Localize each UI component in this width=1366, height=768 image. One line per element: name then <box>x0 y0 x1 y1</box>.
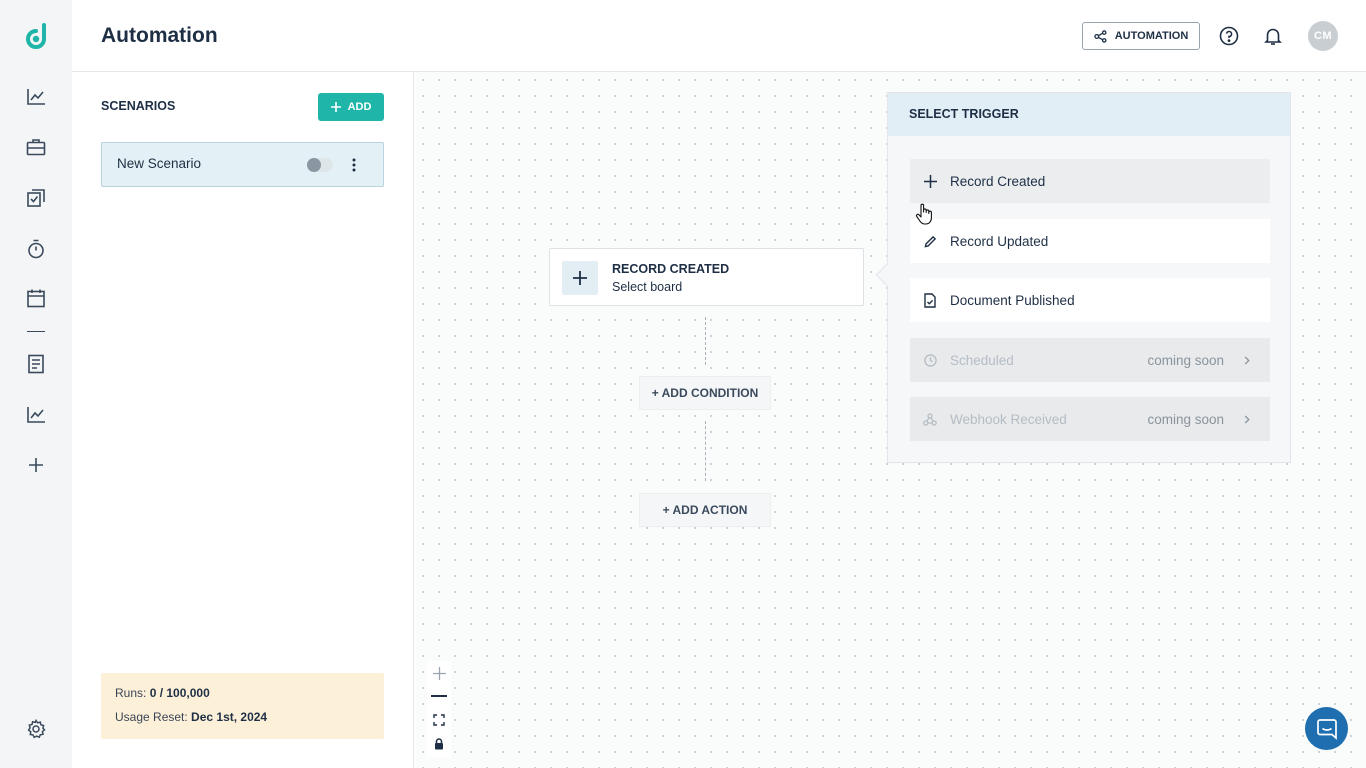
plus-icon[interactable] <box>24 453 48 477</box>
chat-bubble-icon <box>1316 718 1337 740</box>
scenarios-title: SCENARIOS <box>101 99 176 113</box>
option-label: Record Created <box>950 173 1046 189</box>
zoom-controls <box>427 661 451 757</box>
option-label: Document Published <box>950 292 1075 308</box>
popup-title: SELECT TRIGGER <box>909 107 1019 121</box>
plus-icon <box>330 102 341 112</box>
pencil-icon <box>910 235 950 248</box>
app-sidebar <box>0 0 72 768</box>
add-condition-button[interactable]: + ADD CONDITION <box>639 376 771 410</box>
timer-icon[interactable] <box>24 237 48 261</box>
usage-reset-value: Dec 1st, 2024 <box>191 710 268 724</box>
trigger-node-title: RECORD CREATED <box>612 262 730 276</box>
usage-box: Runs: 0 / 100,000 Usage Reset: Dec 1st, … <box>101 673 384 739</box>
scenario-toggle[interactable] <box>307 158 333 172</box>
trigger-option-webhook-received: Webhook Received coming soon <box>910 397 1270 441</box>
briefcase-icon[interactable] <box>24 135 48 159</box>
usage-reset-label: Usage Reset: <box>115 710 188 724</box>
add-action-button[interactable]: + ADD ACTION <box>639 493 771 527</box>
user-avatar[interactable]: CM <box>1308 21 1338 51</box>
scenario-name: New Scenario <box>117 156 202 171</box>
automation-button-label: AUTOMATION <box>1114 30 1189 42</box>
trigger-option-record-updated[interactable]: Record Updated <box>910 219 1270 263</box>
runs-row: Runs: 0 / 100,000 <box>115 686 210 700</box>
toggle-knob <box>307 158 321 172</box>
automation-button[interactable]: AUTOMATION <box>1082 22 1200 50</box>
notifications-bell-icon[interactable] <box>1261 24 1285 48</box>
popup-header: SELECT TRIGGER <box>888 93 1290 136</box>
document-check-icon <box>910 292 950 308</box>
fit-view-icon[interactable] <box>427 708 451 732</box>
help-icon[interactable] <box>1217 24 1241 48</box>
usage-reset-row: Usage Reset: Dec 1st, 2024 <box>115 710 267 724</box>
coming-soon-badge: coming soon <box>1147 352 1224 368</box>
settings-gear-icon[interactable] <box>24 717 48 741</box>
automation-canvas[interactable]: RECORD CREATED Select board + ADD CONDIT… <box>415 72 1366 768</box>
runs-value: 0 / 100,000 <box>149 686 210 700</box>
clock-icon <box>910 353 950 367</box>
chat-support-button[interactable] <box>1305 707 1348 750</box>
option-label: Record Updated <box>950 233 1049 249</box>
select-trigger-popup: SELECT TRIGGER Record Created Record Upd… <box>875 92 1291 463</box>
option-label: Scheduled <box>950 352 1014 368</box>
lock-icon[interactable] <box>427 732 451 756</box>
chevron-right-icon <box>1244 355 1250 365</box>
trigger-option-document-published[interactable]: Document Published <box>910 278 1270 322</box>
dashboard-chart-icon[interactable] <box>24 85 48 109</box>
trigger-option-record-created[interactable]: Record Created <box>910 159 1270 203</box>
document-icon[interactable] <box>24 352 48 376</box>
sidebar-divider <box>27 331 45 332</box>
zoom-out-icon[interactable] <box>427 684 451 708</box>
connector-line <box>705 421 706 481</box>
trigger-node[interactable]: RECORD CREATED Select board <box>549 248 864 306</box>
coming-soon-badge: coming soon <box>1147 411 1224 427</box>
page-title: Automation <box>101 24 218 47</box>
plus-icon <box>562 261 598 295</box>
plus-icon <box>910 174 950 188</box>
option-label: Webhook Received <box>950 411 1067 427</box>
zoom-in-icon[interactable] <box>427 661 451 685</box>
connector-line <box>705 317 706 365</box>
webhook-icon <box>910 412 950 426</box>
scenarios-panel: SCENARIOS ADD New Scenario Runs: 0 / 100… <box>72 72 414 768</box>
share-nodes-icon <box>1094 29 1107 43</box>
trigger-option-scheduled: Scheduled coming soon <box>910 338 1270 382</box>
scenario-item[interactable]: New Scenario <box>101 142 384 187</box>
add-scenario-button[interactable]: ADD <box>318 93 384 121</box>
runs-label: Runs: <box>115 686 147 700</box>
add-scenario-label: ADD <box>347 101 372 113</box>
trigger-node-subtitle: Select board <box>612 280 683 294</box>
app-logo[interactable] <box>24 23 50 51</box>
chevron-right-icon <box>1244 414 1250 424</box>
tasks-check-icon[interactable] <box>24 186 48 210</box>
more-options-icon[interactable] <box>347 155 361 175</box>
calendar-icon[interactable] <box>24 286 48 310</box>
reports-chart-icon[interactable] <box>24 403 48 427</box>
popup-arrow <box>875 263 899 287</box>
hand-pointer-cursor-icon <box>915 203 933 230</box>
page-header: Automation AUTOMATION CM <box>72 0 1366 72</box>
